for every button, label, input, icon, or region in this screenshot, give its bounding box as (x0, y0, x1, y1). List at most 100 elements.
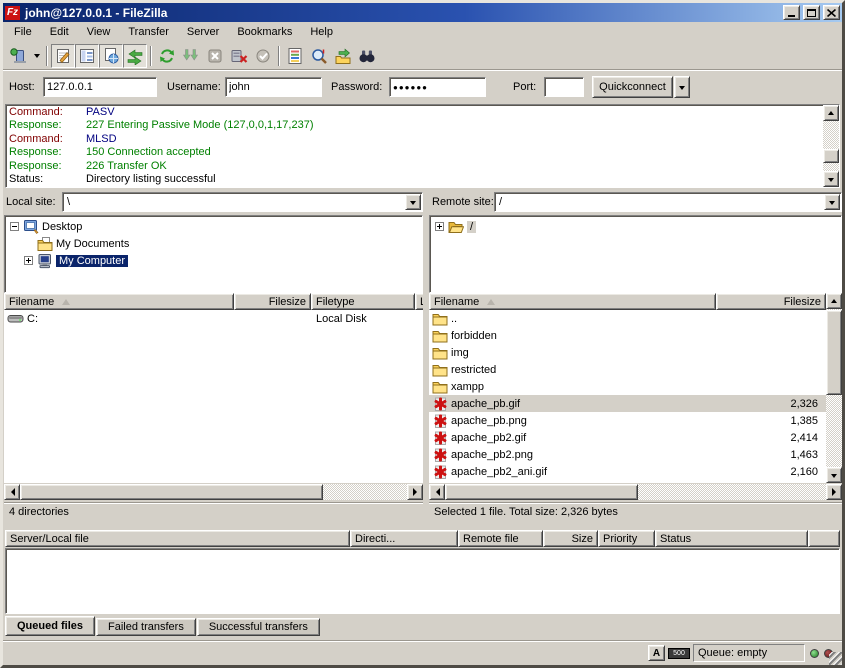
scroll-down-button[interactable] (823, 171, 839, 187)
image-file-icon (432, 396, 448, 412)
scroll-up-button[interactable] (823, 105, 839, 121)
sort-ascending-icon (62, 295, 70, 305)
cancel-icon (206, 47, 224, 65)
menu-help[interactable]: Help (301, 23, 342, 41)
local-site-combo[interactable]: \ (62, 192, 423, 212)
scrollbar-thumb[interactable] (20, 484, 323, 500)
local-col-filesize[interactable]: Filesize (234, 293, 311, 310)
remote-file-row[interactable]: apache_pb2_ani.gif 2,160 (429, 463, 826, 480)
title-bar[interactable]: Fz john@127.0.0.1 - FileZilla (3, 3, 842, 22)
remote-file-row[interactable]: .. (429, 310, 826, 327)
minimize-button[interactable] (783, 5, 800, 20)
host-label: Host: (9, 81, 35, 93)
tree-item-my-documents[interactable]: My Documents (5, 235, 422, 252)
toggle-message-log-button[interactable] (51, 44, 75, 68)
port-input[interactable] (544, 77, 584, 97)
arrow-right-icon (832, 488, 840, 496)
find-files-button[interactable] (355, 44, 379, 68)
maximize-button[interactable] (803, 5, 820, 20)
site-manager-dropdown-button[interactable] (30, 44, 43, 68)
local-tree: Desktop My Documents My Computer (4, 215, 423, 293)
password-input[interactable] (389, 77, 486, 97)
process-queue-button[interactable] (179, 44, 203, 68)
minimize-icon (788, 15, 795, 17)
collapse-icon[interactable] (10, 222, 19, 231)
local-hscrollbar[interactable] (4, 484, 423, 500)
tree-item-desktop[interactable]: Desktop (5, 218, 422, 235)
remote-hscrollbar[interactable] (429, 484, 842, 500)
scroll-left-button[interactable] (429, 484, 445, 500)
menu-view[interactable]: View (78, 23, 120, 41)
tab-successful-transfers[interactable]: Successful transfers (197, 618, 320, 636)
scrollbar-thumb[interactable] (823, 149, 839, 163)
remote-file-row-selected[interactable]: apache_pb.gif 2,326 (429, 395, 826, 412)
menu-transfer[interactable]: Transfer (119, 23, 178, 41)
resize-grip[interactable] (829, 652, 842, 665)
disconnect-button[interactable] (227, 44, 251, 68)
menu-file[interactable]: File (5, 23, 41, 41)
quickconnect-button[interactable]: Quickconnect (592, 76, 673, 98)
remote-site-value: / (499, 196, 502, 208)
tab-queued-files[interactable]: Queued files (5, 616, 95, 636)
queue-col-priority[interactable]: Priority (598, 530, 655, 547)
expand-icon[interactable] (24, 256, 33, 265)
local-site-combo-button[interactable] (405, 194, 421, 210)
remote-file-row[interactable]: restricted (429, 361, 826, 378)
tree-item-my-computer[interactable]: My Computer (5, 252, 422, 269)
username-input[interactable] (225, 77, 322, 97)
local-col-filetype[interactable]: Filetype (311, 293, 415, 310)
queue-col-size[interactable]: Size (543, 530, 598, 547)
host-input[interactable] (43, 77, 157, 97)
menu-bookmarks[interactable]: Bookmarks (228, 23, 301, 41)
queue-list[interactable] (5, 548, 840, 614)
remote-site-combo[interactable]: / (494, 192, 842, 212)
directory-compare-button[interactable] (307, 44, 331, 68)
toggle-remote-tree-button[interactable] (99, 44, 123, 68)
tree-item-root[interactable]: / (430, 218, 841, 235)
remote-file-row[interactable]: apache_pb2.png 1,463 (429, 446, 826, 463)
remote-file-row[interactable]: forbidden (429, 327, 826, 344)
scroll-right-button[interactable] (826, 484, 842, 500)
scroll-right-button[interactable] (407, 484, 423, 500)
queue-col-server-local-file[interactable]: Server/Local file (5, 530, 350, 547)
transfer-queue-icon (126, 47, 144, 65)
quickconnect-dropdown-button[interactable] (674, 76, 690, 98)
remote-vscrollbar[interactable] (826, 293, 842, 483)
remote-file-row[interactable]: xampp (429, 378, 826, 395)
remote-tree: / (429, 215, 842, 293)
local-file-row[interactable]: C: Local Disk (4, 310, 423, 327)
log-scrollbar[interactable] (823, 105, 839, 187)
scrollbar-thumb[interactable] (445, 484, 638, 500)
remote-file-row[interactable]: apache_pb2.gif 2,414 (429, 429, 826, 446)
remote-col-filesize[interactable]: Filesize (716, 293, 826, 310)
close-button[interactable] (823, 5, 840, 20)
queue-col-direction[interactable]: Directi... (350, 530, 458, 547)
remote-file-row[interactable]: img (429, 344, 826, 361)
menu-edit[interactable]: Edit (41, 23, 78, 41)
tab-failed-transfers[interactable]: Failed transfers (96, 618, 196, 636)
directory-filter-button[interactable] (283, 44, 307, 68)
toggle-local-tree-button[interactable] (75, 44, 99, 68)
folder-icon (432, 379, 448, 395)
toggle-transfer-queue-button[interactable] (123, 44, 147, 68)
local-col-lastmodified[interactable]: L (415, 293, 423, 310)
queue-col-remote-file[interactable]: Remote file (458, 530, 543, 547)
cancel-button[interactable] (203, 44, 227, 68)
menu-server[interactable]: Server (178, 23, 228, 41)
scroll-left-button[interactable] (4, 484, 20, 500)
remote-col-filename[interactable]: Filename (429, 293, 716, 310)
verify-button[interactable] (251, 44, 275, 68)
local-col-filename[interactable]: Filename (4, 293, 234, 310)
site-manager-button[interactable] (6, 44, 30, 68)
arrow-down-icon (828, 178, 834, 185)
scroll-down-button[interactable] (826, 467, 842, 483)
refresh-button[interactable] (155, 44, 179, 68)
remote-file-row[interactable]: apache_pb.png 1,385 (429, 412, 826, 429)
scrollbar-thumb[interactable] (826, 310, 842, 395)
queue-col-status[interactable]: Status (655, 530, 808, 547)
username-label: Username: (167, 81, 221, 93)
synchronized-browsing-button[interactable] (331, 44, 355, 68)
expand-icon[interactable] (435, 222, 444, 231)
scroll-up-button[interactable] (826, 293, 842, 309)
remote-site-combo-button[interactable] (824, 194, 840, 210)
